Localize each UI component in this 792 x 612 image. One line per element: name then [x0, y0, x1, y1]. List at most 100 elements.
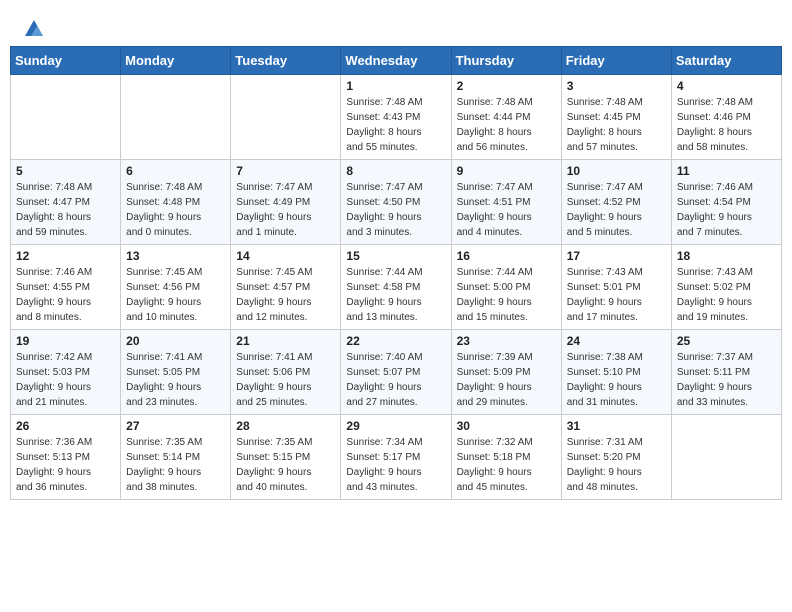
day-cell: 29 Sunrise: 7:34 AM Sunset: 5:17 PM Dayli… — [341, 415, 451, 500]
day-number: 9 — [457, 164, 556, 178]
day-number: 17 — [567, 249, 666, 263]
day-cell: 31 Sunrise: 7:31 AM Sunset: 5:20 PM Dayli… — [561, 415, 671, 500]
day-number: 13 — [126, 249, 225, 263]
day-info: Sunrise: 7:42 AM Sunset: 5:03 PM Dayligh… — [16, 350, 115, 410]
day-cell: 24 Sunrise: 7:38 AM Sunset: 5:10 PM Dayli… — [561, 330, 671, 415]
logo-icon — [23, 18, 45, 40]
day-info: Sunrise: 7:40 AM Sunset: 5:07 PM Dayligh… — [346, 350, 445, 410]
day-cell: 19 Sunrise: 7:42 AM Sunset: 5:03 PM Dayli… — [11, 330, 121, 415]
day-info: Sunrise: 7:44 AM Sunset: 4:58 PM Dayligh… — [346, 265, 445, 325]
day-number: 20 — [126, 334, 225, 348]
day-cell: 18 Sunrise: 7:43 AM Sunset: 5:02 PM Dayli… — [671, 245, 781, 330]
day-info: Sunrise: 7:38 AM Sunset: 5:10 PM Dayligh… — [567, 350, 666, 410]
weekday-header-friday: Friday — [561, 47, 671, 75]
day-cell: 2Sunrise: 7:48 AM Sunset: 4:44 PM Daylig… — [451, 75, 561, 160]
day-info: Sunrise: 7:31 AM Sunset: 5:20 PM Dayligh… — [567, 435, 666, 495]
day-cell: 1 Sunrise: 7:48 AM Sunset: 4:43 PM Daylig… — [341, 75, 451, 160]
day-number: 4 — [677, 79, 776, 93]
day-number: 16 — [457, 249, 556, 263]
day-number: 10 — [567, 164, 666, 178]
day-cell: 6 Sunrise: 7:48 AM Sunset: 4:48 PM Daylig… — [121, 160, 231, 245]
day-number: 1 — [346, 79, 445, 93]
day-cell — [121, 75, 231, 160]
header — [10, 10, 782, 40]
day-number: 19 — [16, 334, 115, 348]
day-info: Sunrise: 7:48 AM Sunset: 4:43 PM Dayligh… — [346, 95, 445, 155]
day-cell: 30 Sunrise: 7:32 AM Sunset: 5:18 PM Dayli… — [451, 415, 561, 500]
day-number: 21 — [236, 334, 335, 348]
day-cell: 16Sunrise: 7:44 AM Sunset: 5:00 PM Dayli… — [451, 245, 561, 330]
day-number: 26 — [16, 419, 115, 433]
day-info: Sunrise: 7:36 AM Sunset: 5:13 PM Dayligh… — [16, 435, 115, 495]
day-number: 7 — [236, 164, 335, 178]
day-number: 3 — [567, 79, 666, 93]
day-number: 5 — [16, 164, 115, 178]
week-row-3: 12Sunrise: 7:46 AM Sunset: 4:55 PM Dayli… — [11, 245, 782, 330]
weekday-header-sunday: Sunday — [11, 47, 121, 75]
day-number: 18 — [677, 249, 776, 263]
day-cell: 15 Sunrise: 7:44 AM Sunset: 4:58 PM Dayli… — [341, 245, 451, 330]
day-number: 22 — [346, 334, 445, 348]
day-info: Sunrise: 7:32 AM Sunset: 5:18 PM Dayligh… — [457, 435, 556, 495]
day-number: 23 — [457, 334, 556, 348]
day-number: 8 — [346, 164, 445, 178]
day-info: Sunrise: 7:43 AM Sunset: 5:02 PM Dayligh… — [677, 265, 776, 325]
weekday-header-monday: Monday — [121, 47, 231, 75]
day-number: 25 — [677, 334, 776, 348]
day-number: 12 — [16, 249, 115, 263]
day-cell: 13Sunrise: 7:45 AM Sunset: 4:56 PM Dayli… — [121, 245, 231, 330]
week-row-4: 19 Sunrise: 7:42 AM Sunset: 5:03 PM Dayli… — [11, 330, 782, 415]
day-cell: 20 Sunrise: 7:41 AM Sunset: 5:05 PM Dayli… — [121, 330, 231, 415]
day-info: Sunrise: 7:47 AM Sunset: 4:52 PM Dayligh… — [567, 180, 666, 240]
day-number: 29 — [346, 419, 445, 433]
day-cell: 23 Sunrise: 7:39 AM Sunset: 5:09 PM Dayli… — [451, 330, 561, 415]
day-cell: 7 Sunrise: 7:47 AM Sunset: 4:49 PM Daylig… — [231, 160, 341, 245]
day-cell: 21 Sunrise: 7:41 AM Sunset: 5:06 PM Dayli… — [231, 330, 341, 415]
day-cell: 27 Sunrise: 7:35 AM Sunset: 5:14 PM Dayli… — [121, 415, 231, 500]
day-number: 30 — [457, 419, 556, 433]
day-cell: 10 Sunrise: 7:47 AM Sunset: 4:52 PM Dayli… — [561, 160, 671, 245]
day-number: 15 — [346, 249, 445, 263]
day-info: Sunrise: 7:41 AM Sunset: 5:05 PM Dayligh… — [126, 350, 225, 410]
day-cell: 8 Sunrise: 7:47 AM Sunset: 4:50 PM Daylig… — [341, 160, 451, 245]
day-info: Sunrise: 7:37 AM Sunset: 5:11 PM Dayligh… — [677, 350, 776, 410]
day-info: Sunrise: 7:46 AM Sunset: 4:54 PM Dayligh… — [677, 180, 776, 240]
day-number: 31 — [567, 419, 666, 433]
week-row-1: 1 Sunrise: 7:48 AM Sunset: 4:43 PM Daylig… — [11, 75, 782, 160]
day-info: Sunrise: 7:41 AM Sunset: 5:06 PM Dayligh… — [236, 350, 335, 410]
day-info: Sunrise: 7:48 AM Sunset: 4:45 PM Dayligh… — [567, 95, 666, 155]
day-info: Sunrise: 7:47 AM Sunset: 4:50 PM Dayligh… — [346, 180, 445, 240]
day-cell: 22 Sunrise: 7:40 AM Sunset: 5:07 PM Dayli… — [341, 330, 451, 415]
day-cell: 17 Sunrise: 7:43 AM Sunset: 5:01 PM Dayli… — [561, 245, 671, 330]
weekday-header-row: SundayMondayTuesdayWednesdayThursdayFrid… — [11, 47, 782, 75]
day-cell — [231, 75, 341, 160]
week-row-5: 26 Sunrise: 7:36 AM Sunset: 5:13 PM Dayli… — [11, 415, 782, 500]
day-number: 27 — [126, 419, 225, 433]
day-cell — [671, 415, 781, 500]
day-info: Sunrise: 7:48 AM Sunset: 4:48 PM Dayligh… — [126, 180, 225, 240]
day-info: Sunrise: 7:39 AM Sunset: 5:09 PM Dayligh… — [457, 350, 556, 410]
day-number: 6 — [126, 164, 225, 178]
day-cell: 9 Sunrise: 7:47 AM Sunset: 4:51 PM Daylig… — [451, 160, 561, 245]
day-info: Sunrise: 7:47 AM Sunset: 4:51 PM Dayligh… — [457, 180, 556, 240]
day-info: Sunrise: 7:43 AM Sunset: 5:01 PM Dayligh… — [567, 265, 666, 325]
day-cell — [11, 75, 121, 160]
day-info: Sunrise: 7:48 AM Sunset: 4:44 PM Dayligh… — [457, 95, 556, 155]
calendar: SundayMondayTuesdayWednesdayThursdayFrid… — [10, 46, 782, 500]
day-number: 11 — [677, 164, 776, 178]
day-info: Sunrise: 7:35 AM Sunset: 5:15 PM Dayligh… — [236, 435, 335, 495]
day-info: Sunrise: 7:35 AM Sunset: 5:14 PM Dayligh… — [126, 435, 225, 495]
day-number: 24 — [567, 334, 666, 348]
weekday-header-tuesday: Tuesday — [231, 47, 341, 75]
day-cell: 11 Sunrise: 7:46 AM Sunset: 4:54 PM Dayli… — [671, 160, 781, 245]
day-cell: 5Sunrise: 7:48 AM Sunset: 4:47 PM Daylig… — [11, 160, 121, 245]
day-info: Sunrise: 7:45 AM Sunset: 4:57 PM Dayligh… — [236, 265, 335, 325]
day-number: 14 — [236, 249, 335, 263]
weekday-header-wednesday: Wednesday — [341, 47, 451, 75]
day-cell: 26 Sunrise: 7:36 AM Sunset: 5:13 PM Dayli… — [11, 415, 121, 500]
day-number: 28 — [236, 419, 335, 433]
day-cell: 14 Sunrise: 7:45 AM Sunset: 4:57 PM Dayli… — [231, 245, 341, 330]
day-cell: 3 Sunrise: 7:48 AM Sunset: 4:45 PM Daylig… — [561, 75, 671, 160]
day-info: Sunrise: 7:34 AM Sunset: 5:17 PM Dayligh… — [346, 435, 445, 495]
day-info: Sunrise: 7:47 AM Sunset: 4:49 PM Dayligh… — [236, 180, 335, 240]
